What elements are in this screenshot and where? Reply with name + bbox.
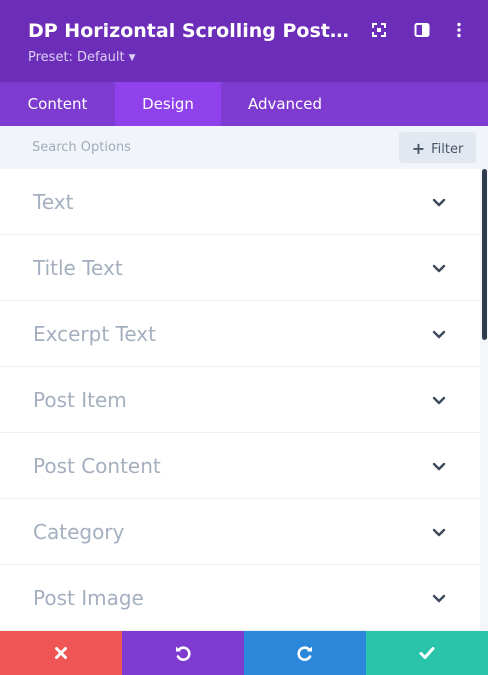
chevron-down-icon [432,594,446,603]
option-groups-list: Text Title Text Excerpt Text Post Item P… [0,169,480,631]
tab-advanced[interactable]: Advanced [221,82,349,126]
footer-action-bar [0,631,488,675]
toggle-title-text[interactable]: Title Text [0,235,480,301]
toggle-text[interactable]: Text [0,169,480,235]
undo-icon [176,646,191,661]
toggle-excerpt-text[interactable]: Excerpt Text [0,301,480,367]
tab-bar: Content Design Advanced [0,82,488,126]
toggle-post-item[interactable]: Post Item [0,367,480,433]
more-vertical-icon[interactable] [450,21,468,39]
chevron-down-icon [432,396,446,405]
toggle-label: Post Content [33,454,161,478]
toggle-label: Excerpt Text [33,322,156,346]
search-input[interactable] [20,132,380,163]
toggle-category[interactable]: Category [0,499,480,565]
chevron-down-icon [432,528,446,537]
close-icon [55,647,67,659]
chevron-down-icon [432,330,446,339]
toggle-label: Text [33,190,74,214]
filter-button[interactable]: + Filter [399,132,476,163]
discard-button[interactable] [0,631,122,675]
toggle-label: Category [33,520,125,544]
tab-content[interactable]: Content [0,82,115,126]
toggle-label: Title Text [33,256,123,280]
check-icon [419,647,435,659]
toggle-post-image[interactable]: Post Image [0,565,480,631]
save-button[interactable] [366,631,488,675]
modal-header: DP Horizontal Scrolling Posts Set... Pre… [0,0,488,82]
chevron-down-icon [432,462,446,471]
filter-label: Filter [431,142,464,157]
tab-design[interactable]: Design [115,82,221,126]
undo-button[interactable] [122,631,244,675]
redo-icon [297,646,312,661]
preset-selector[interactable]: Preset: Default ▼ [28,50,135,65]
preset-label: Preset: Default [28,50,125,65]
caret-down-icon: ▼ [128,53,136,63]
toggle-post-content[interactable]: Post Content [0,433,480,499]
plus-icon: + [411,139,426,158]
expand-icon[interactable] [370,21,388,39]
sidebar-toggle-icon[interactable] [413,21,431,39]
redo-button[interactable] [244,631,366,675]
chevron-down-icon [432,198,446,207]
toggle-label: Post Image [33,586,144,610]
scrollbar-thumb[interactable] [482,169,487,340]
modal-title: DP Horizontal Scrolling Posts Set... [28,20,358,42]
toggle-label: Post Item [33,388,127,412]
chevron-down-icon [432,264,446,273]
